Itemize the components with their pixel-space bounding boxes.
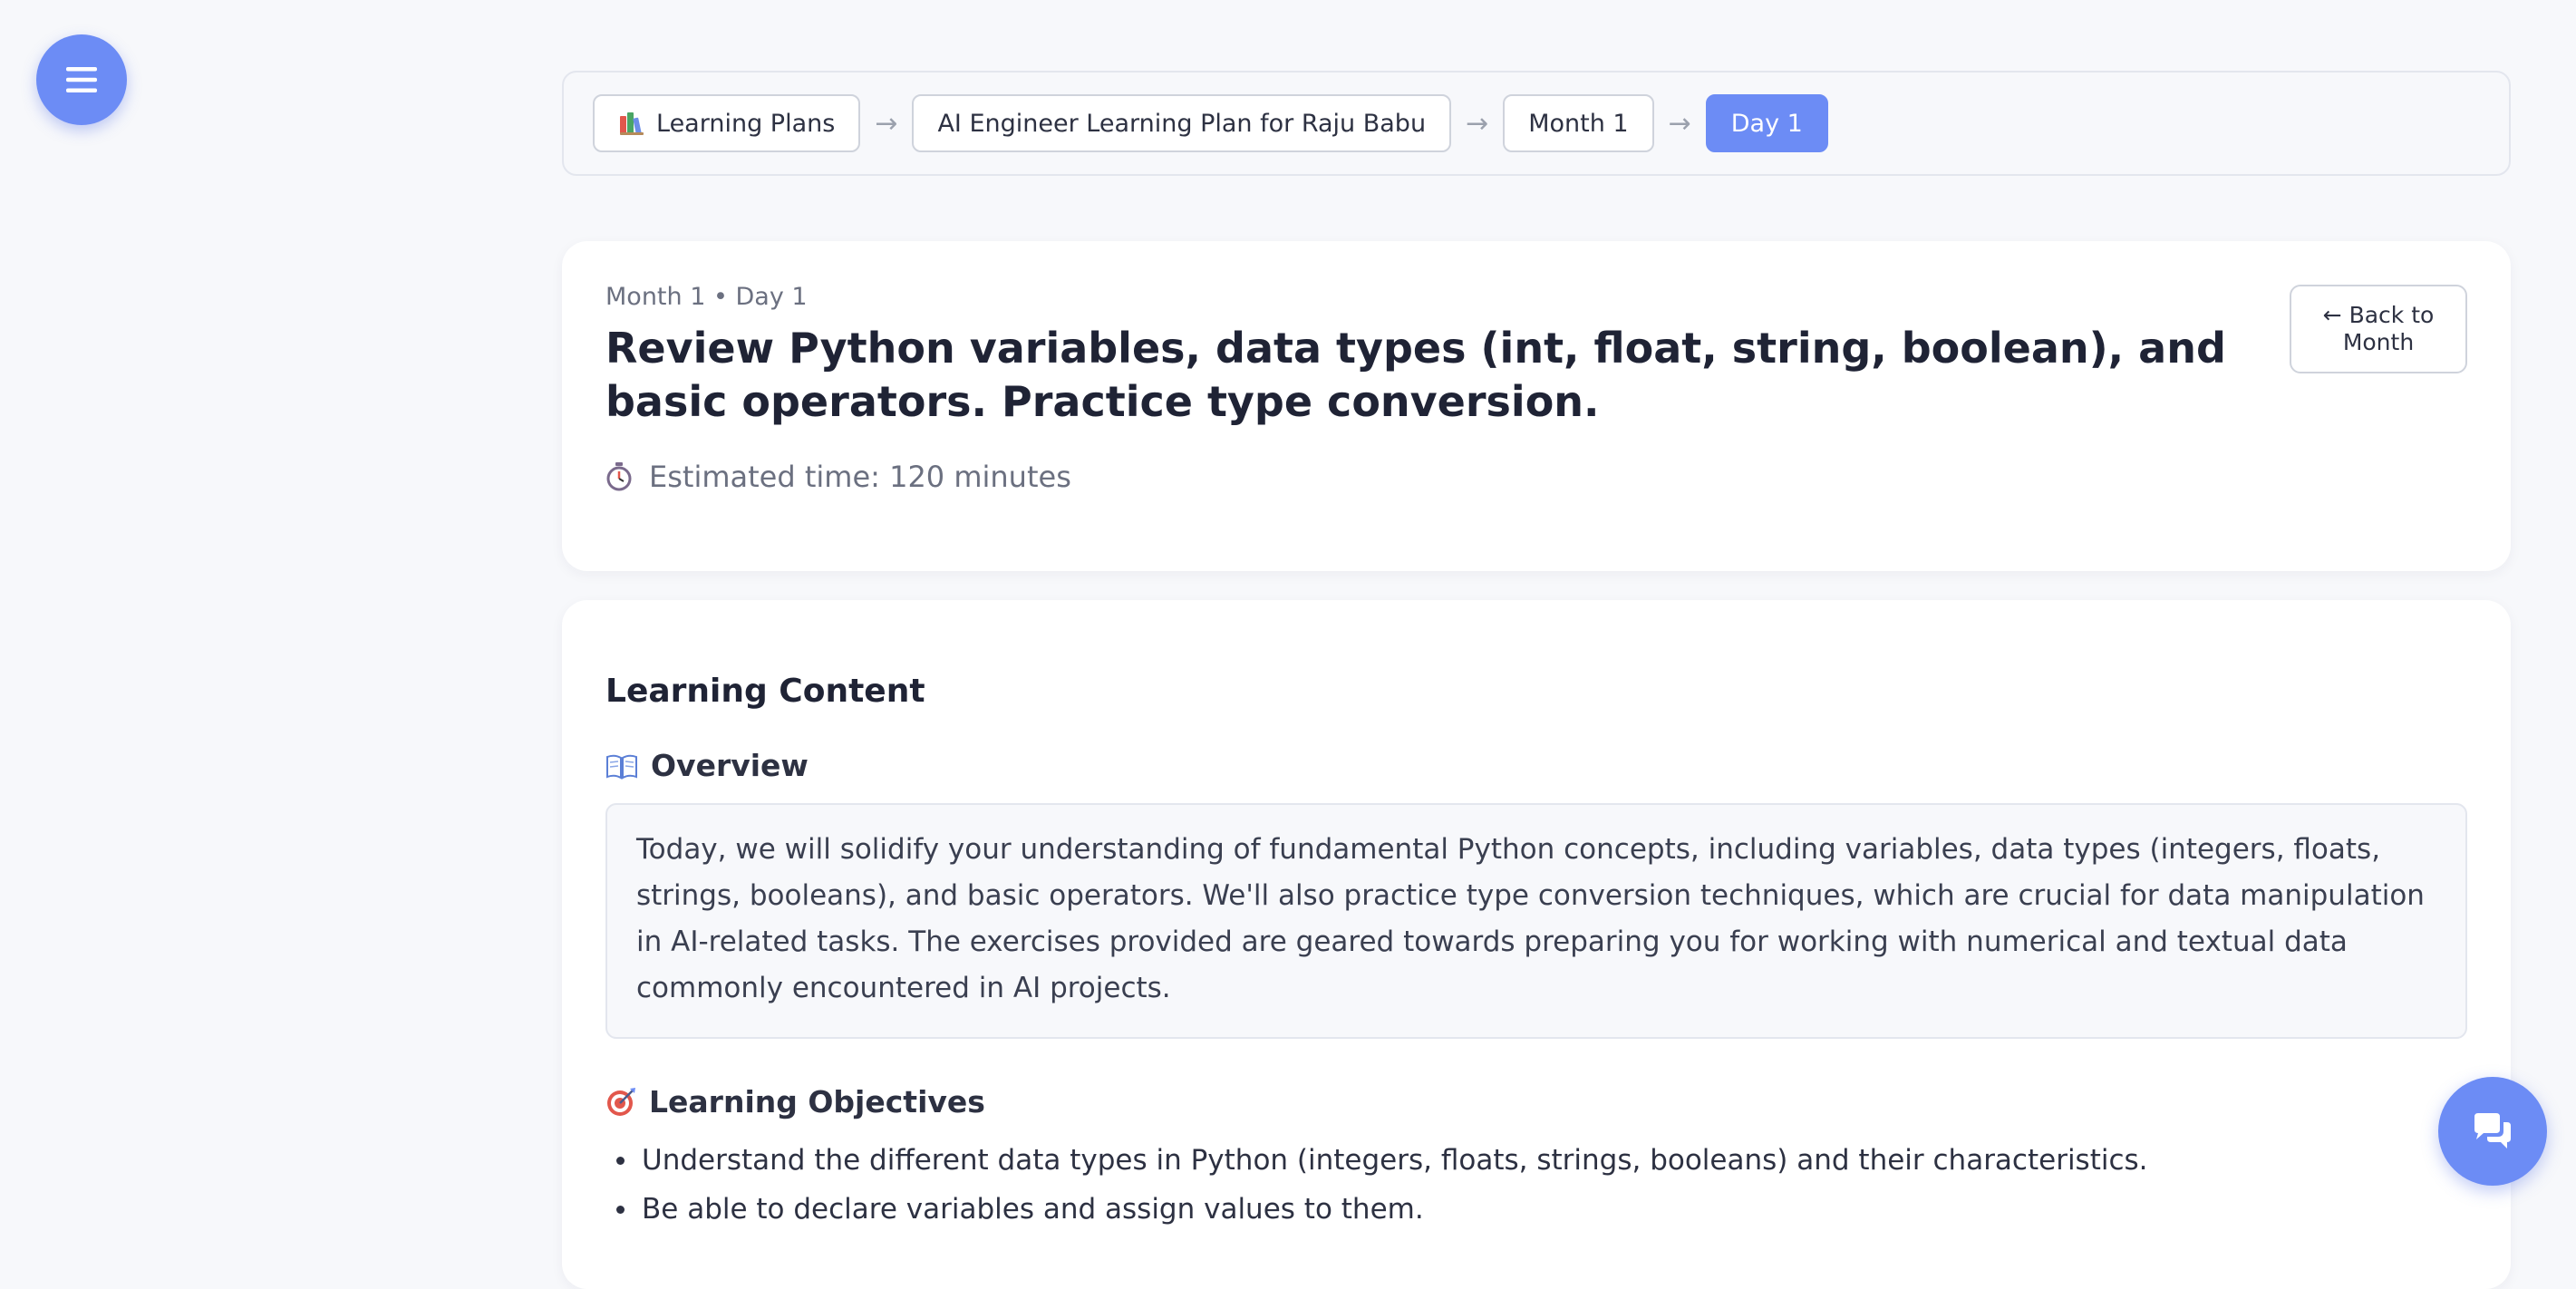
breadcrumb-label: AI Engineer Learning Plan for Raju Babu xyxy=(937,109,1427,138)
objectives-heading: Learning Objectives xyxy=(605,1084,2467,1119)
breadcrumb-separator: → xyxy=(1668,107,1691,140)
hamburger-icon xyxy=(66,67,97,92)
stopwatch-icon xyxy=(605,462,633,491)
back-to-month-button[interactable]: ← Back to Month xyxy=(2290,285,2467,373)
day-meta: Month 1 • Day 1 xyxy=(605,283,808,311)
day-header-card: Month 1 • Day 1 Review Python variables,… xyxy=(562,241,2511,571)
chat-bubbles-icon xyxy=(2474,1113,2511,1148)
chat-button[interactable] xyxy=(2438,1077,2547,1186)
open-book-icon xyxy=(605,752,638,780)
breadcrumb-separator: → xyxy=(875,107,898,140)
objectives-title: Learning Objectives xyxy=(649,1084,985,1119)
estimated-time: Estimated time: 120 minutes xyxy=(605,460,2467,494)
menu-button[interactable] xyxy=(36,34,127,125)
overview-title: Overview xyxy=(651,748,809,783)
list-item: Be able to declare variables and assign … xyxy=(605,1185,2467,1234)
breadcrumb-month[interactable]: Month 1 xyxy=(1503,94,1654,152)
books-icon xyxy=(618,111,645,136)
breadcrumb: Learning Plans → AI Engineer Learning Pl… xyxy=(562,71,2511,176)
breadcrumb-label: Learning Plans xyxy=(656,109,836,138)
learning-content-card: Learning Content Overview Today, we will… xyxy=(562,600,2511,1289)
breadcrumb-learning-plans[interactable]: Learning Plans xyxy=(593,94,861,152)
list-item: Understand the different data types in P… xyxy=(605,1136,2467,1185)
breadcrumb-label: Month 1 xyxy=(1528,109,1629,138)
breadcrumb-plan[interactable]: AI Engineer Learning Plan for Raju Babu xyxy=(912,94,1452,152)
breadcrumb-separator: → xyxy=(1466,107,1489,140)
overview-text: Today, we will solidify your understandi… xyxy=(605,803,2467,1039)
target-icon xyxy=(605,1087,636,1118)
section-title: Learning Content xyxy=(605,673,925,710)
breadcrumb-day-current[interactable]: Day 1 xyxy=(1705,94,1828,152)
page-title: Review Python variables, data types (int… xyxy=(605,324,2226,426)
breadcrumb-label: Day 1 xyxy=(1730,109,1803,138)
overview-heading: Overview xyxy=(605,748,2467,783)
estimated-time-text: Estimated time: 120 minutes xyxy=(649,460,1071,494)
objectives-list: Understand the different data types in P… xyxy=(605,1136,2467,1234)
